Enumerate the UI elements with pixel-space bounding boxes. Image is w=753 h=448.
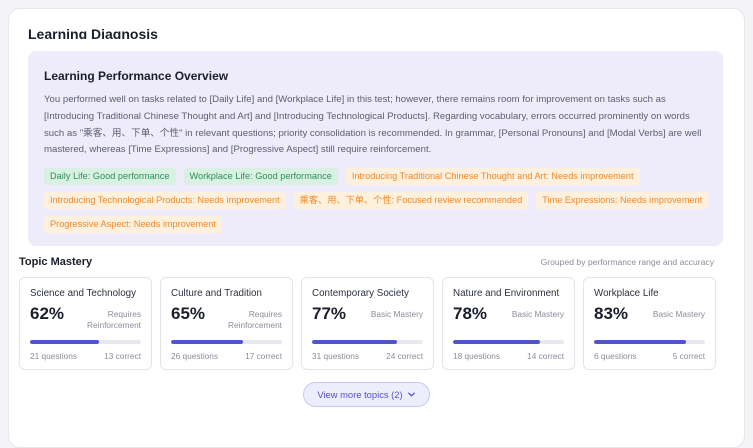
performance-tags: Daily Life: Good performance Workplace L… bbox=[44, 168, 714, 234]
topic-progress-fill bbox=[594, 340, 687, 344]
topic-card[interactable]: Culture and Tradition 65% Requires Reinf… bbox=[160, 277, 293, 370]
topic-card[interactable]: Workplace Life 83% Basic Mastery 6 quest… bbox=[583, 277, 716, 370]
overview-title: Learning Performance Overview bbox=[44, 69, 229, 83]
overview-summary-text: You performed well on tasks related to [… bbox=[44, 94, 702, 156]
topic-correct: 14 correct bbox=[527, 351, 564, 361]
topic-correct: 24 correct bbox=[386, 351, 423, 361]
topic-progress-bar bbox=[594, 340, 705, 344]
topic-cards: Science and Technology 62% Requires Rein… bbox=[19, 277, 716, 370]
topic-percent: 62% bbox=[30, 304, 65, 323]
topic-questions: 26 questions bbox=[171, 351, 219, 361]
topic-name: Science and Technology bbox=[30, 288, 137, 299]
topic-name: Nature and Environment bbox=[453, 288, 560, 299]
topic-questions: 6 questions bbox=[594, 351, 637, 361]
topic-name: Workplace Life bbox=[594, 288, 659, 299]
topic-progress-bar bbox=[171, 340, 282, 344]
topic-percent: 65% bbox=[171, 304, 206, 323]
chevron-down-icon bbox=[407, 392, 415, 397]
view-more-topics-button[interactable]: View more topics (2) bbox=[303, 382, 430, 407]
performance-tag: Workplace Life: Good performance bbox=[183, 168, 338, 186]
topic-percent: 83% bbox=[594, 304, 629, 323]
topic-questions: 31 questions bbox=[312, 351, 360, 361]
topic-correct: 17 correct bbox=[245, 351, 282, 361]
performance-overview-panel: Learning Performance Overview You perfor… bbox=[28, 51, 723, 246]
performance-tag: Introducing Technological Products: Need… bbox=[44, 192, 286, 210]
topic-questions: 21 questions bbox=[30, 351, 78, 361]
topic-level: Basic Mastery bbox=[370, 309, 423, 319]
topic-progress-fill bbox=[30, 340, 99, 344]
performance-tag: Time Expressions: Needs improvement bbox=[536, 192, 709, 210]
topic-mastery-header: Topic Mastery Grouped by performance ran… bbox=[19, 256, 714, 268]
topic-level: Basic Mastery bbox=[652, 309, 705, 319]
topic-name: Culture and Tradition bbox=[171, 288, 262, 299]
topic-progress-fill bbox=[171, 340, 244, 344]
topic-level: Basic Mastery bbox=[511, 309, 564, 319]
topic-progress-bar bbox=[30, 340, 141, 344]
topic-card[interactable]: Contemporary Society 77% Basic Mastery 3… bbox=[301, 277, 434, 370]
topic-percent: 78% bbox=[453, 304, 488, 323]
performance-tag: Daily Life: Good performance bbox=[44, 168, 176, 186]
topic-questions: 18 questions bbox=[453, 351, 501, 361]
topic-name: Contemporary Society bbox=[312, 288, 409, 299]
topic-progress-fill bbox=[453, 340, 540, 344]
performance-tag: 乘客、用、下单、个性: Focused review recommended bbox=[293, 192, 529, 210]
performance-tag: Progressive Aspect: Needs improvement bbox=[44, 216, 222, 234]
topic-level: Requires Reinforcement bbox=[87, 309, 141, 330]
topic-level: Requires Reinforcement bbox=[228, 309, 282, 330]
topic-mastery-title: Topic Mastery bbox=[19, 256, 93, 268]
topic-mastery-subtitle: Grouped by performance range and accurac… bbox=[540, 257, 714, 267]
view-more-topics-label: View more topics (2) bbox=[317, 389, 403, 400]
topic-progress-fill bbox=[312, 340, 398, 344]
topic-correct: 13 correct bbox=[104, 351, 141, 361]
performance-tag: Introducing Traditional Chinese Thought … bbox=[345, 168, 640, 186]
topic-progress-bar bbox=[312, 340, 423, 344]
topic-card[interactable]: Nature and Environment 78% Basic Mastery… bbox=[442, 277, 575, 370]
topic-card[interactable]: Science and Technology 62% Requires Rein… bbox=[19, 277, 152, 370]
page-title: Learning Diagnosis bbox=[28, 26, 158, 39]
topic-correct: 5 correct bbox=[672, 351, 705, 361]
topic-percent: 77% bbox=[312, 304, 347, 323]
topic-progress-bar bbox=[453, 340, 564, 344]
